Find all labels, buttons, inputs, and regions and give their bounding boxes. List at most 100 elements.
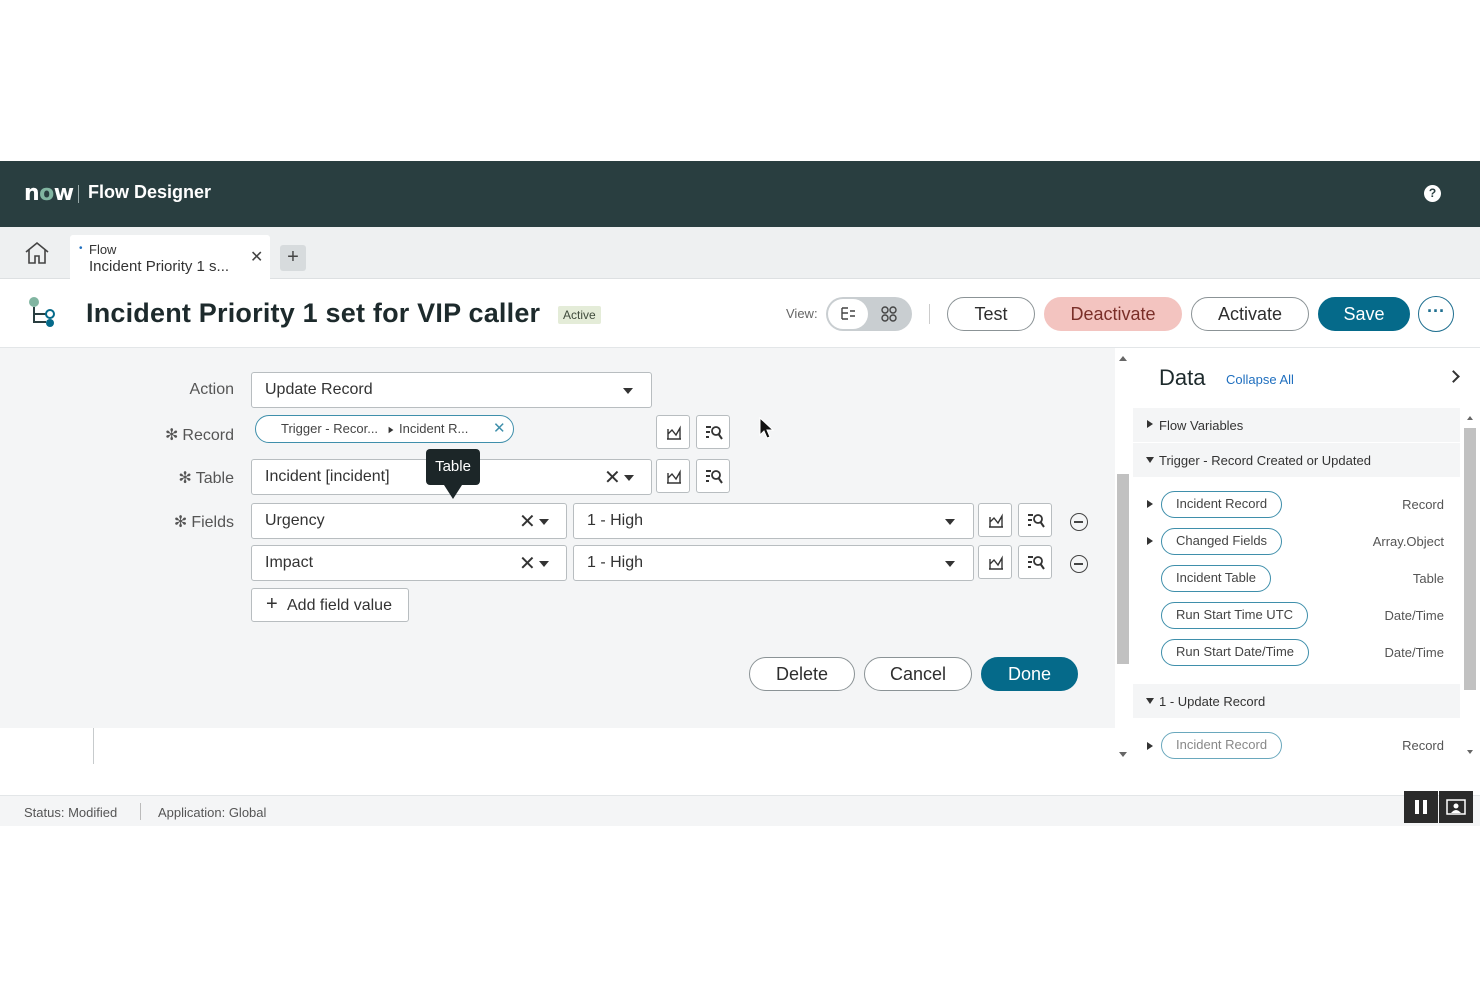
field-value-select[interactable]: 1 - High: [573, 545, 974, 581]
table-label: ✻ Table: [178, 470, 234, 487]
app-name: Flow Designer: [88, 182, 212, 202]
test-button[interactable]: Test: [947, 297, 1035, 331]
record-data-pill[interactable]: Trigger - Recor... Incident R... ✕: [255, 415, 514, 443]
remove-pill-icon[interactable]: ✕: [493, 419, 506, 437]
expand-icon[interactable]: [1147, 742, 1153, 750]
data-picker-button[interactable]: [1018, 545, 1052, 579]
field-value-value: 1 - High: [587, 554, 644, 571]
data-panel: Data Collapse All Flow Variables Trigger…: [1133, 352, 1480, 764]
scrollbar-thumb[interactable]: [1117, 474, 1129, 664]
data-type: Record: [1402, 497, 1444, 512]
tab-title: Incident Priority 1 s...: [89, 258, 230, 275]
script-toggle-button[interactable]: [978, 545, 1012, 579]
chevron-right-icon: [1147, 420, 1153, 428]
cancel-button[interactable]: Cancel: [864, 657, 972, 691]
unsaved-dot: •: [79, 243, 83, 254]
header-divider: [78, 185, 79, 203]
activate-button[interactable]: Activate: [1191, 297, 1309, 331]
script-toggle-button[interactable]: [978, 503, 1012, 537]
data-pill-run-start-time-utc[interactable]: Run Start Time UTC: [1161, 602, 1309, 629]
group-flow-variables[interactable]: Flow Variables: [1133, 408, 1460, 442]
status-divider: [140, 803, 141, 820]
done-button[interactable]: Done: [981, 657, 1078, 691]
clear-icon[interactable]: ✕: [604, 465, 621, 490]
view-toggle[interactable]: [826, 297, 912, 331]
chevron-down-icon: [539, 519, 549, 525]
action-select-value: Update Record: [265, 381, 373, 398]
data-pill-run-start-datetime[interactable]: Run Start Date/Time: [1161, 639, 1310, 666]
data-type: Record: [1402, 738, 1444, 753]
save-button[interactable]: Save: [1318, 297, 1410, 331]
more-options-button[interactable]: ···: [1418, 296, 1454, 332]
script-icon: [989, 555, 1003, 570]
record-pill-part1: Trigger - Recor...: [281, 421, 379, 436]
close-tab-icon[interactable]: ✕: [250, 247, 263, 267]
scroll-down-icon[interactable]: [1467, 750, 1473, 754]
group-label: Flow Variables: [1159, 418, 1244, 433]
action-label: Action: [189, 381, 234, 398]
chevron-down-icon: [623, 388, 633, 394]
mouse-cursor-icon: [759, 417, 775, 439]
page-title: Incident Priority 1 set for VIP caller: [86, 298, 541, 328]
script-icon: [667, 425, 681, 440]
pause-button[interactable]: [1404, 791, 1438, 823]
collapse-all-link[interactable]: Collapse All: [1226, 372, 1294, 387]
script-toggle-button[interactable]: [656, 415, 690, 449]
chevron-down-icon: [945, 561, 955, 567]
chevron-down-icon: [1146, 698, 1154, 704]
add-field-value-button[interactable]: + Add field value: [251, 588, 409, 622]
data-type: Date/Time: [1384, 645, 1444, 660]
header-divider: [929, 304, 930, 324]
data-pill-incident-table[interactable]: Incident Table: [1161, 565, 1271, 592]
scroll-up-icon[interactable]: [1119, 356, 1127, 361]
servicenow-logo[interactable]: now: [24, 181, 74, 206]
clear-icon[interactable]: ✕: [519, 551, 536, 576]
field-name-select[interactable]: Urgency ✕: [251, 503, 567, 539]
clear-icon[interactable]: ✕: [519, 509, 536, 534]
fields-label: ✻ Fields: [173, 514, 234, 531]
scrollbar-thumb[interactable]: [1464, 428, 1476, 690]
remove-field-icon[interactable]: [1070, 513, 1088, 531]
field-name-value: Urgency: [265, 512, 325, 529]
scroll-up-icon[interactable]: [1467, 416, 1473, 420]
data-type: Date/Time: [1384, 608, 1444, 623]
data-pill-incident-record[interactable]: Incident Record: [1161, 491, 1283, 518]
group-update-record[interactable]: 1 - Update Record: [1133, 684, 1460, 718]
scroll-down-icon[interactable]: [1119, 752, 1127, 757]
data-pill-changed-fields[interactable]: Changed Fields: [1161, 528, 1283, 555]
picture-icon: [1446, 799, 1466, 815]
tab-type-label: Flow: [89, 242, 117, 257]
data-type: Array.Object: [1372, 534, 1444, 549]
home-icon[interactable]: [22, 240, 52, 266]
expand-icon[interactable]: [1147, 537, 1153, 545]
table-tooltip: Table: [426, 449, 480, 499]
deactivate-button[interactable]: Deactivate: [1044, 297, 1182, 331]
plus-icon: +: [266, 593, 278, 615]
picture-button[interactable]: [1439, 791, 1473, 823]
script-toggle-button[interactable]: [656, 459, 690, 493]
help-circle-icon[interactable]: ?: [1424, 185, 1441, 202]
field-value-select[interactable]: 1 - High: [573, 503, 974, 539]
record-pill-part2: Incident R...: [399, 421, 469, 436]
data-picker-button[interactable]: [696, 415, 730, 449]
script-icon: [989, 513, 1003, 528]
canvas-scrollbar[interactable]: [1115, 352, 1131, 764]
status-badge: Active: [558, 306, 601, 324]
data-pill-incident-record[interactable]: Incident Record: [1161, 732, 1283, 759]
group-label: Trigger - Record Created or Updated: [1159, 453, 1371, 468]
remove-field-icon[interactable]: [1070, 555, 1088, 573]
data-picker-button[interactable]: [1018, 503, 1052, 537]
field-name-select[interactable]: Impact ✕: [251, 545, 567, 581]
data-panel-scrollbar[interactable]: [1464, 416, 1476, 756]
data-type: Table: [1412, 571, 1444, 586]
expand-icon[interactable]: [1147, 500, 1153, 508]
data-picker-button[interactable]: [696, 459, 730, 493]
tree-view-icon[interactable]: [839, 306, 857, 322]
group-trigger[interactable]: Trigger - Record Created or Updated: [1133, 443, 1460, 477]
grid-view-icon[interactable]: [880, 306, 898, 322]
plus-icon[interactable]: +: [280, 245, 306, 271]
tab-flow[interactable]: • Flow Incident Priority 1 s... ✕: [70, 235, 270, 279]
chevron-right-icon[interactable]: [1447, 370, 1460, 383]
action-select[interactable]: Update Record: [251, 372, 652, 408]
delete-button[interactable]: Delete: [749, 657, 855, 691]
